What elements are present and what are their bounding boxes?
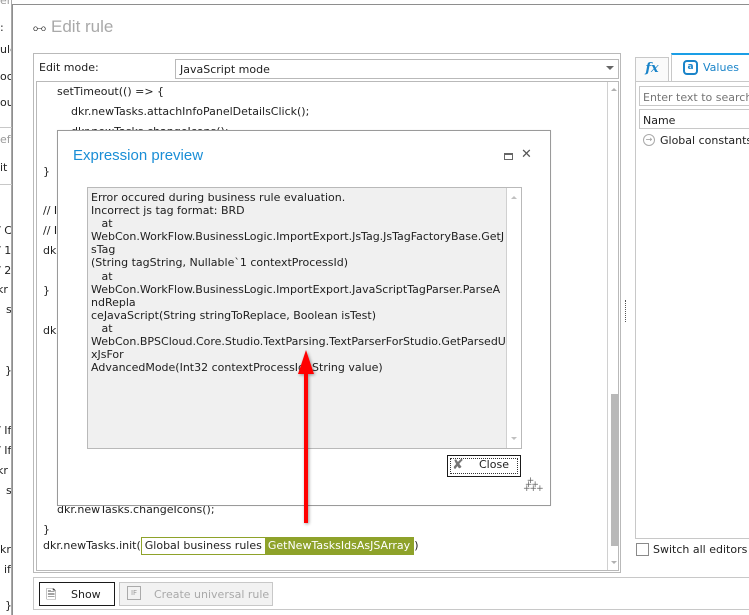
background-text-fragment: kr — [0, 283, 8, 296]
scroll-down-icon[interactable] — [511, 437, 517, 440]
code-text: ) — [414, 539, 419, 552]
dialog-title: Expression preview — [73, 147, 204, 164]
resize-grip-icon[interactable]: + ++ +++ — [523, 477, 544, 494]
code-scrollbar[interactable] — [607, 82, 618, 570]
expand-circle-icon[interactable]: → — [643, 134, 655, 146]
error-scrollbar[interactable] — [506, 188, 521, 448]
chevron-down-icon — [606, 66, 614, 70]
background-text-fragment: if — [4, 563, 11, 576]
switch-editors-label: Switch all editors into — [653, 543, 749, 556]
tag-group: Global business rules — [141, 538, 265, 554]
panel-splitter[interactable] — [625, 300, 626, 322]
background-text-fragment: / If — [0, 424, 12, 437]
close-x-icon: ✘ — [452, 457, 464, 473]
background-text-fragment: : — [0, 21, 4, 34]
link-icon: ⧟ — [33, 21, 47, 36]
red-arrow-annotation — [298, 350, 314, 523]
show-label: Show — [71, 588, 101, 601]
background-divider — [0, 184, 12, 185]
tab-values-label: Values — [703, 61, 739, 74]
arrow-head — [298, 350, 314, 374]
window-title: Edit rule — [51, 17, 114, 36]
business-rule-tag[interactable]: Global business rules GetNewTasksIdsAsJSA… — [140, 537, 415, 555]
column-header-name[interactable]: Name — [639, 109, 749, 129]
code-line-init: dkr.newTasks.init(Global business rules G… — [43, 537, 418, 555]
code-line: } — [43, 284, 50, 297]
code-line: } — [43, 164, 50, 178]
tab-values[interactable]: a Values — [671, 53, 749, 82]
code-line: setTimeout(() => { — [43, 85, 165, 98]
background-text-fragment: kr — [0, 543, 11, 556]
background-text-fragment: ef — [0, 133, 11, 146]
edit-mode-label: Edit mode: — [39, 61, 99, 74]
create-universal-rule-icon: IF — [127, 586, 141, 600]
background-divider — [0, 127, 12, 128]
tag-name: GetNewTasksIdsAsJSArray — [264, 538, 414, 554]
bottom-toolbar: 🗎 Show IF Create universal rule — [33, 577, 749, 610]
show-button[interactable]: 🗎 Show — [39, 582, 115, 606]
switch-editors-checkbox[interactable]: Switch all editors into — [636, 543, 749, 559]
scroll-down-icon[interactable] — [611, 561, 617, 564]
close-label: Close — [479, 458, 509, 471]
code-text: dkr.newTasks.init( — [43, 539, 141, 552]
background-text-fragment: / If — [0, 444, 12, 457]
create-universal-rule-button[interactable]: IF Create universal rule — [119, 582, 273, 606]
values-icon: a — [683, 60, 698, 75]
code-line: } — [43, 522, 50, 536]
values-body: Name → Global constants — [635, 81, 749, 539]
tree-item-global-constants[interactable]: → Global constants — [639, 131, 749, 149]
maximize-icon[interactable] — [504, 153, 513, 160]
background-text-fragment: / 1 — [0, 244, 12, 257]
scroll-up-icon[interactable] — [611, 88, 617, 91]
fx-icon: fx — [645, 61, 659, 76]
checkbox[interactable] — [636, 543, 649, 556]
background-text-fragment: kr — [0, 464, 8, 477]
code-line: dkr.newTasks.attachInfoPanelDetailsClick… — [43, 104, 310, 118]
scroll-up-icon[interactable] — [511, 196, 517, 199]
scroll-thumb[interactable] — [611, 394, 618, 546]
background-text-fragment: / 2 — [0, 264, 12, 277]
edit-mode-value: JavaScript mode — [180, 63, 270, 76]
create-universal-rule-label: Create universal rule — [154, 588, 270, 601]
edit-mode-select[interactable]: JavaScript mode — [175, 59, 619, 79]
right-panel: fx a Values Name → Global constants — [633, 53, 749, 543]
tab-functions[interactable]: fx — [635, 57, 669, 81]
close-button[interactable]: ✘ Close — [447, 455, 521, 477]
tree-item-label: Global constants — [660, 134, 749, 147]
error-text: Error occured during business rule evalu… — [91, 191, 506, 375]
search-input[interactable] — [639, 86, 749, 106]
arrow-shaft — [304, 368, 308, 523]
close-icon[interactable]: ✕ — [521, 147, 532, 162]
show-preview-icon: 🗎 — [46, 588, 57, 603]
